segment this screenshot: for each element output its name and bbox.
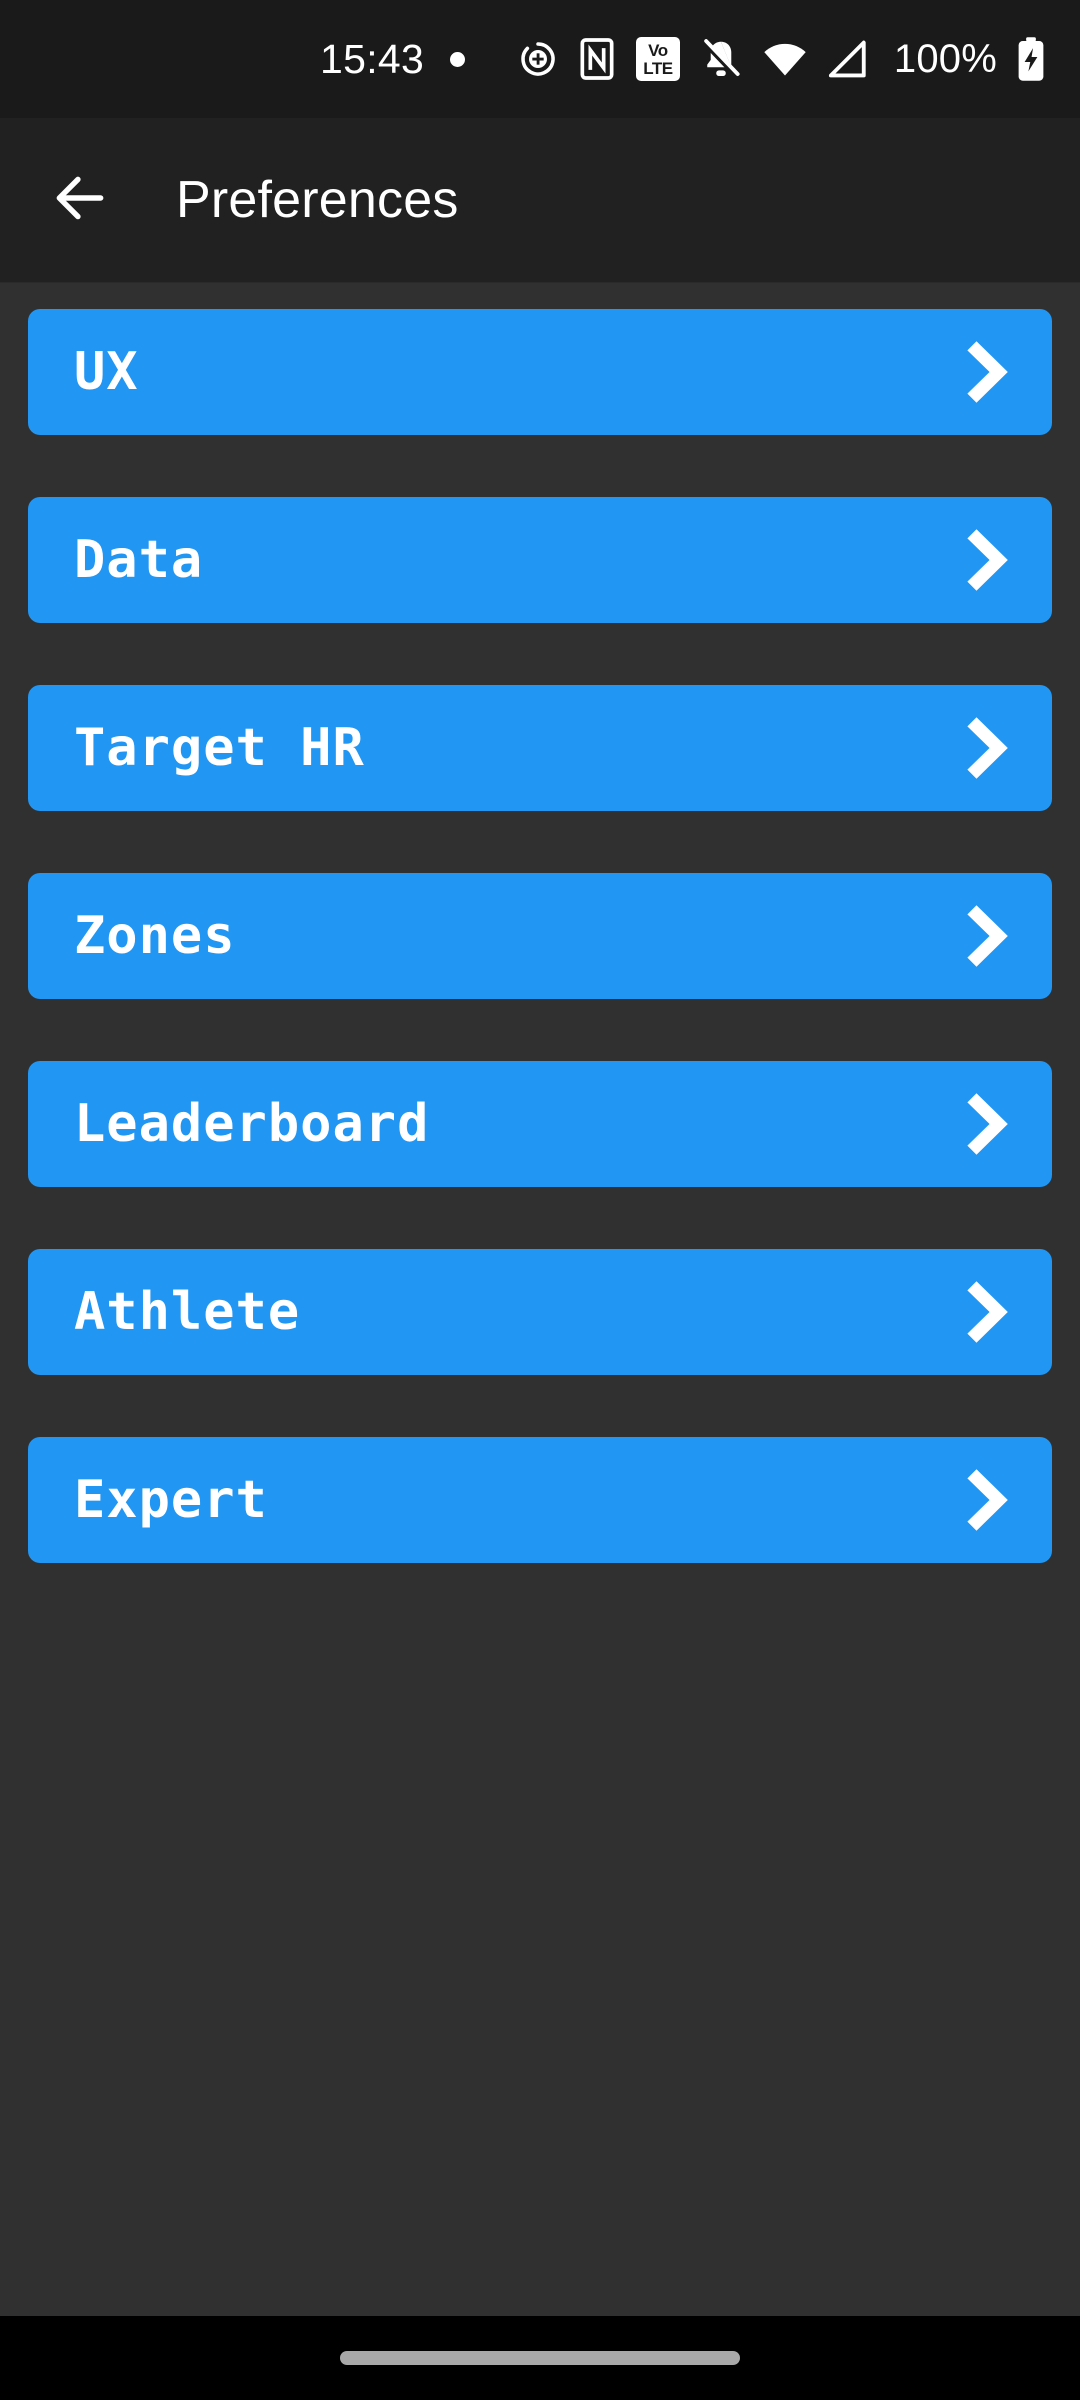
screen-record-icon	[518, 39, 558, 79]
chevron-right-icon	[964, 1463, 1022, 1537]
preference-label: Athlete	[74, 1282, 301, 1342]
preference-item-expert[interactable]: Expert	[28, 1437, 1052, 1563]
back-button[interactable]	[28, 148, 132, 252]
notifications-muted-icon	[699, 37, 743, 81]
chevron-right-icon	[964, 523, 1022, 597]
chevron-right-icon	[964, 1087, 1022, 1161]
back-arrow-icon	[49, 167, 111, 234]
preference-item-athlete[interactable]: Athlete	[28, 1249, 1052, 1375]
preferences-list: UX Data Target HR Zones Leaderboard Athl…	[0, 283, 1080, 2316]
chevron-right-icon	[964, 1275, 1022, 1349]
preference-item-leaderboard[interactable]: Leaderboard	[28, 1061, 1052, 1187]
battery-charging-icon	[1016, 36, 1046, 82]
status-bar-right: Vo LTE 100%	[518, 36, 1046, 82]
preference-label: Expert	[74, 1470, 268, 1530]
preference-item-ux[interactable]: UX	[28, 309, 1052, 435]
preference-label: Data	[74, 530, 204, 590]
page-title: Preferences	[176, 171, 459, 229]
nfc-icon	[577, 37, 617, 81]
chevron-right-icon	[964, 899, 1022, 973]
cellular-signal-icon	[827, 39, 869, 79]
chevron-right-icon	[964, 335, 1022, 409]
preference-label: Zones	[74, 906, 236, 966]
notification-dot-icon	[450, 51, 466, 67]
chevron-right-icon	[964, 711, 1022, 785]
volte-bottom-text: LTE	[643, 58, 673, 78]
gesture-nav-bar	[0, 2316, 1080, 2400]
status-clock: 15:43	[320, 35, 425, 82]
gesture-pill-handle[interactable]	[340, 2351, 740, 2365]
volte-icon: Vo LTE	[635, 37, 680, 81]
status-bar: 15:43 Vo LTE 100%	[0, 0, 1080, 118]
phone-screen: 15:43 Vo LTE 100% Preferences UX Data Ta…	[0, 0, 1080, 2400]
preference-item-data[interactable]: Data	[28, 497, 1052, 623]
volte-top-text: Vo	[648, 40, 668, 60]
app-bar: Preferences	[0, 118, 1080, 283]
preference-item-target-hr[interactable]: Target HR	[28, 685, 1052, 811]
preference-label: UX	[74, 342, 139, 402]
wifi-icon	[762, 39, 808, 79]
battery-percentage: 100%	[893, 36, 997, 81]
preference-label: Target HR	[74, 718, 365, 778]
preference-item-zones[interactable]: Zones	[28, 873, 1052, 999]
status-bar-left: 15:43	[320, 35, 466, 82]
preference-label: Leaderboard	[74, 1094, 430, 1154]
